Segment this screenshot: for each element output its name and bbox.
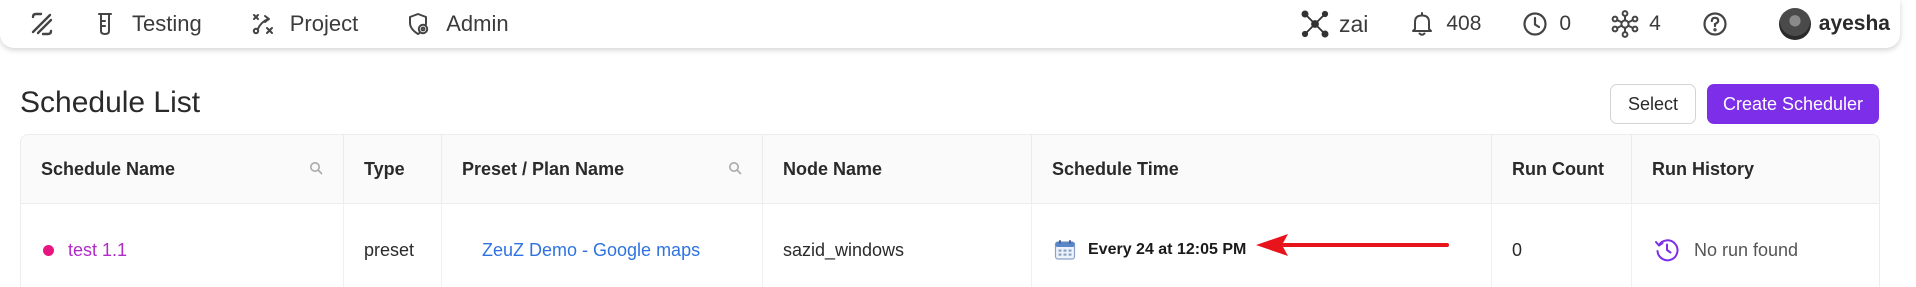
shield-gear-icon [406, 11, 432, 37]
nav-admin[interactable]: Admin [406, 0, 509, 48]
column-header-run-count[interactable]: Run Count [1492, 135, 1632, 203]
run-history-value: No run found [1694, 239, 1799, 260]
schedule-name-link[interactable]: test 1.1 [68, 240, 127, 261]
column-header-label: Preset / Plan Name [462, 158, 625, 179]
column-header-label: Run Count [1512, 158, 1604, 179]
select-button[interactable]: Select [1610, 84, 1696, 124]
nav-left: Testing Project Admin [0, 0, 557, 48]
hub-icon [1611, 10, 1639, 38]
test-tube-icon [92, 11, 118, 37]
notifications-count: 408 [1446, 12, 1482, 35]
top-nav-bar: Testing Project Admin zai 408 0 4 ayesha [0, 0, 1900, 48]
column-header-preset-plan-name[interactable]: Preset / Plan Name [442, 135, 763, 203]
network-nodes-icon [1301, 10, 1329, 38]
history-icon[interactable] [1654, 237, 1680, 263]
pending-button[interactable]: 0 [1521, 10, 1571, 38]
column-header-label: Node Name [783, 158, 883, 179]
schedule-time-value: Every 24 at 12:05 PM [1088, 241, 1247, 258]
nav-testing[interactable]: Testing [92, 0, 202, 48]
clock-icon [1521, 10, 1549, 38]
column-header-schedule-time[interactable]: Schedule Time [1032, 135, 1492, 203]
column-header-label: Type [364, 158, 405, 179]
calendar-icon [1054, 239, 1076, 261]
run-count-value: 0 [1512, 239, 1523, 260]
notifications-button[interactable]: 408 [1408, 10, 1481, 38]
avatar [1778, 8, 1811, 40]
column-header-label: Schedule Name [41, 158, 176, 179]
cell-node-name: sazid_windows [763, 204, 1032, 287]
column-header-node-name[interactable]: Node Name [763, 135, 1032, 203]
schedule-table: Schedule Name Type Preset / Plan Name No… [20, 134, 1880, 287]
zeuz-logo-icon[interactable] [26, 8, 58, 40]
column-header-schedule-name[interactable]: Schedule Name [21, 135, 344, 203]
table-header: Schedule Name Type Preset / Plan Name No… [21, 135, 1879, 204]
zai-button[interactable]: zai [1301, 10, 1368, 38]
type-value: preset [364, 239, 415, 260]
create-scheduler-button[interactable]: Create Scheduler [1707, 84, 1879, 124]
cell-run-history: No run found [1632, 204, 1879, 287]
cell-run-count: 0 [1492, 204, 1632, 287]
search-icon[interactable] [728, 161, 744, 177]
cell-type: preset [344, 204, 442, 287]
nav-project-label: Project [289, 11, 359, 36]
nodes-button[interactable]: 4 [1611, 10, 1661, 38]
nodes-count: 4 [1649, 12, 1661, 35]
column-header-label: Schedule Time [1052, 158, 1179, 179]
annotation-arrow [1256, 234, 1449, 256]
help-icon [1701, 10, 1729, 38]
column-header-label: Run History [1652, 158, 1755, 179]
zai-label: zai [1338, 10, 1369, 37]
cell-schedule-name: test 1.1 [21, 204, 344, 287]
project-icon [250, 11, 276, 37]
nav-right: zai 408 0 4 ayesha [1261, 0, 1890, 48]
table-row[interactable]: test 1.1 preset ZeuZ Demo - Google maps … [21, 204, 1879, 287]
user-menu[interactable]: ayesha [1778, 8, 1890, 40]
nav-admin-label: Admin [446, 11, 509, 36]
node-name-value: sazid_windows [783, 239, 905, 260]
search-icon[interactable] [309, 161, 325, 177]
column-header-run-history[interactable]: Run History [1632, 135, 1879, 203]
page-title: Schedule List [20, 86, 201, 119]
pending-count: 0 [1559, 12, 1572, 35]
column-header-type[interactable]: Type [344, 135, 442, 203]
nav-testing-label: Testing [132, 11, 202, 36]
preset-name-link[interactable]: ZeuZ Demo - Google maps [442, 240, 700, 261]
nav-project[interactable]: Project [250, 0, 358, 48]
help-button[interactable] [1701, 10, 1739, 38]
cell-preset-name: ZeuZ Demo - Google maps [442, 204, 763, 287]
status-dot [43, 244, 54, 256]
bell-icon [1408, 10, 1436, 38]
user-name: ayesha [1818, 12, 1890, 35]
